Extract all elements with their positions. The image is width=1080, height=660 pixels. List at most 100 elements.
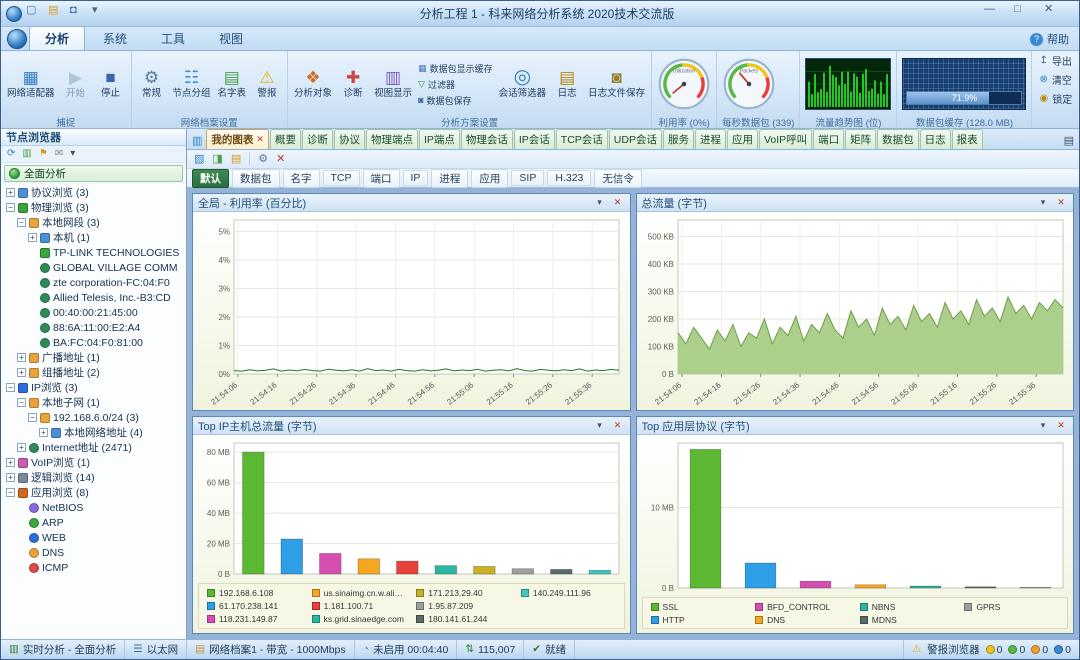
filter-chip[interactable]: 进程	[431, 168, 469, 188]
filter-chip[interactable]: H.323	[547, 170, 592, 186]
general-settings-button[interactable]: 常规	[135, 53, 169, 115]
tree-item[interactable]: DNS	[4, 545, 186, 560]
tree-expand-icon[interactable]: −	[17, 398, 26, 407]
app-logo-icon[interactable]	[6, 5, 22, 22]
chart-panel-header[interactable]: 全局 - 利用率 (百分比)	[193, 194, 630, 212]
chart-dropdown-icon[interactable]	[593, 421, 607, 430]
tree-item[interactable]: + 本机 (1)	[4, 230, 186, 245]
full-analysis-root[interactable]: 全面分析	[4, 165, 183, 182]
colasoft-logo-icon[interactable]	[7, 29, 27, 49]
ribbon-tab[interactable]: 系统	[87, 26, 143, 50]
sheet-icon[interactable]	[231, 154, 241, 165]
tree-item[interactable]: − 本地网段 (3)	[4, 215, 186, 230]
refresh-icon[interactable]	[7, 149, 15, 159]
tab-list-icon[interactable]	[1062, 136, 1076, 149]
tab-close-icon[interactable]: ✕	[256, 134, 264, 145]
view-tab[interactable]: IP端点	[418, 129, 460, 149]
stop-button[interactable]: 停止	[94, 53, 128, 115]
tree-item[interactable]: − 应用浏览 (8)	[4, 485, 186, 500]
mail-icon[interactable]	[55, 149, 63, 159]
conversation-filter-button[interactable]: 会话筛选器	[496, 53, 550, 115]
close-button[interactable]	[1044, 4, 1074, 24]
chart-panel-header[interactable]: Top 应用层协议 (字节)	[636, 417, 1073, 435]
chart-panel-header[interactable]: Top IP主机总流量 (字节)	[193, 417, 630, 435]
flag-icon[interactable]	[39, 149, 48, 159]
view-tab[interactable]: 诊断	[301, 129, 333, 149]
network-adapter-button[interactable]: 网络适配器	[4, 53, 58, 115]
filter-chip[interactable]: 应用	[471, 168, 509, 188]
view-tab[interactable]: 应用	[726, 129, 758, 149]
chart-close-icon[interactable]	[1054, 198, 1068, 207]
chart-close-icon[interactable]	[611, 198, 625, 207]
alarm-explorer[interactable]: 警报浏览器 0 0 0 0	[902, 640, 1079, 659]
tree-item[interactable]: − 192.168.6.0/24 (3)	[4, 410, 186, 425]
chart-dropdown-icon[interactable]	[1036, 421, 1050, 430]
open-project-icon[interactable]	[48, 5, 66, 23]
view-tab[interactable]: 服务	[662, 129, 694, 149]
tree-item[interactable]: 88:6A:11:00:E2:A4	[4, 320, 186, 335]
view-tab[interactable]: VoIP呼叫	[758, 129, 813, 149]
log-file-save-button[interactable]: 日志文件保存	[585, 53, 648, 115]
packet-save-button[interactable]: 数据包保存	[418, 94, 493, 107]
filter-chip[interactable]: 无信令	[594, 168, 642, 188]
chart-close-icon[interactable]	[1054, 421, 1068, 430]
tree-item[interactable]: zte corporation-FC:04:F0	[4, 275, 186, 290]
view-tab[interactable]: 端口	[813, 129, 845, 149]
view-tab[interactable]: 物理端点	[365, 129, 418, 149]
tree-expand-icon[interactable]: −	[6, 488, 15, 497]
tree-item[interactable]: WEB	[4, 530, 186, 545]
tree-expand-icon[interactable]: +	[6, 473, 15, 482]
ribbon-tab[interactable]: 视图	[203, 26, 259, 50]
minimize-button[interactable]	[984, 4, 1014, 24]
ribbon-tab[interactable]: 工具	[145, 26, 201, 50]
chart-close-icon[interactable]	[611, 421, 625, 430]
start-button[interactable]: 开始	[59, 53, 93, 115]
tree-expand-icon[interactable]: +	[17, 368, 26, 377]
tree-expand-icon[interactable]: +	[28, 233, 37, 242]
filter-chip[interactable]: 名字	[282, 168, 320, 188]
tree-item[interactable]: ICMP	[4, 560, 186, 575]
view-tab[interactable]: UDP会话	[608, 129, 662, 149]
tree-item[interactable]: 00:40:00:21:45:00	[4, 305, 186, 320]
filter-chip[interactable]: 数据包	[232, 168, 280, 188]
tree-item[interactable]: + Internet地址 (2471)	[4, 440, 186, 455]
tree-expand-icon[interactable]: −	[6, 203, 15, 212]
tree-item[interactable]: + 本地网络地址 (4)	[4, 425, 186, 440]
filter-chip[interactable]: 端口	[362, 168, 400, 188]
tree-expand-icon[interactable]: −	[28, 413, 37, 422]
packet-display-buffer-button[interactable]: 数据包显示缓存	[418, 62, 493, 75]
filter-button[interactable]: 过滤器	[418, 78, 493, 91]
quick-access-dropdown-icon[interactable]	[92, 5, 110, 23]
chart-dropdown-icon[interactable]	[593, 198, 607, 207]
layout-icon[interactable]	[212, 154, 222, 165]
view-tab[interactable]: IP会话	[513, 129, 555, 149]
tree-expand-icon[interactable]: −	[17, 218, 26, 227]
chart-settings-icon[interactable]	[258, 154, 268, 165]
tree-expand-icon[interactable]: +	[17, 443, 26, 452]
tree-item[interactable]: + 组播地址 (2)	[4, 365, 186, 380]
tree-expand-icon[interactable]: +	[39, 428, 48, 437]
filter-chip[interactable]: 默认	[192, 168, 229, 188]
log-button[interactable]: 日志	[550, 53, 584, 115]
view-tab[interactable]: 矩阵	[845, 129, 877, 149]
view-tab[interactable]: 数据包	[877, 129, 919, 149]
view-tab[interactable]: 报表	[951, 129, 983, 149]
tree-item[interactable]: TP-LINK TECHNOLOGIES	[4, 245, 186, 260]
node-group-button[interactable]: 节点分组	[170, 53, 214, 115]
filter-chip[interactable]: TCP	[322, 170, 360, 186]
export-button[interactable]: 导出	[1039, 53, 1072, 68]
name-table-button[interactable]: 名字表	[215, 53, 250, 115]
tree-item[interactable]: − 物理浏览 (3)	[4, 200, 186, 215]
view-tab[interactable]: 物理会话	[460, 129, 513, 149]
tree-item[interactable]: BA:FC:04:F0:81:00	[4, 335, 186, 350]
chart-panel-header[interactable]: 总流量 (字节)	[636, 194, 1073, 212]
tree-item[interactable]: ARP	[4, 515, 186, 530]
view-tab[interactable]: 日志	[919, 129, 951, 149]
chart-dropdown-icon[interactable]	[1036, 198, 1050, 207]
tree-item[interactable]: + 逻辑浏览 (14)	[4, 470, 186, 485]
tree-expand-icon[interactable]: +	[17, 353, 26, 362]
view-tab[interactable]: 进程	[694, 129, 726, 149]
filter-chip[interactable]: IP	[402, 170, 429, 186]
tree-item[interactable]: GLOBAL VILLAGE COMM	[4, 260, 186, 275]
tree-item[interactable]: NetBIOS	[4, 500, 186, 515]
